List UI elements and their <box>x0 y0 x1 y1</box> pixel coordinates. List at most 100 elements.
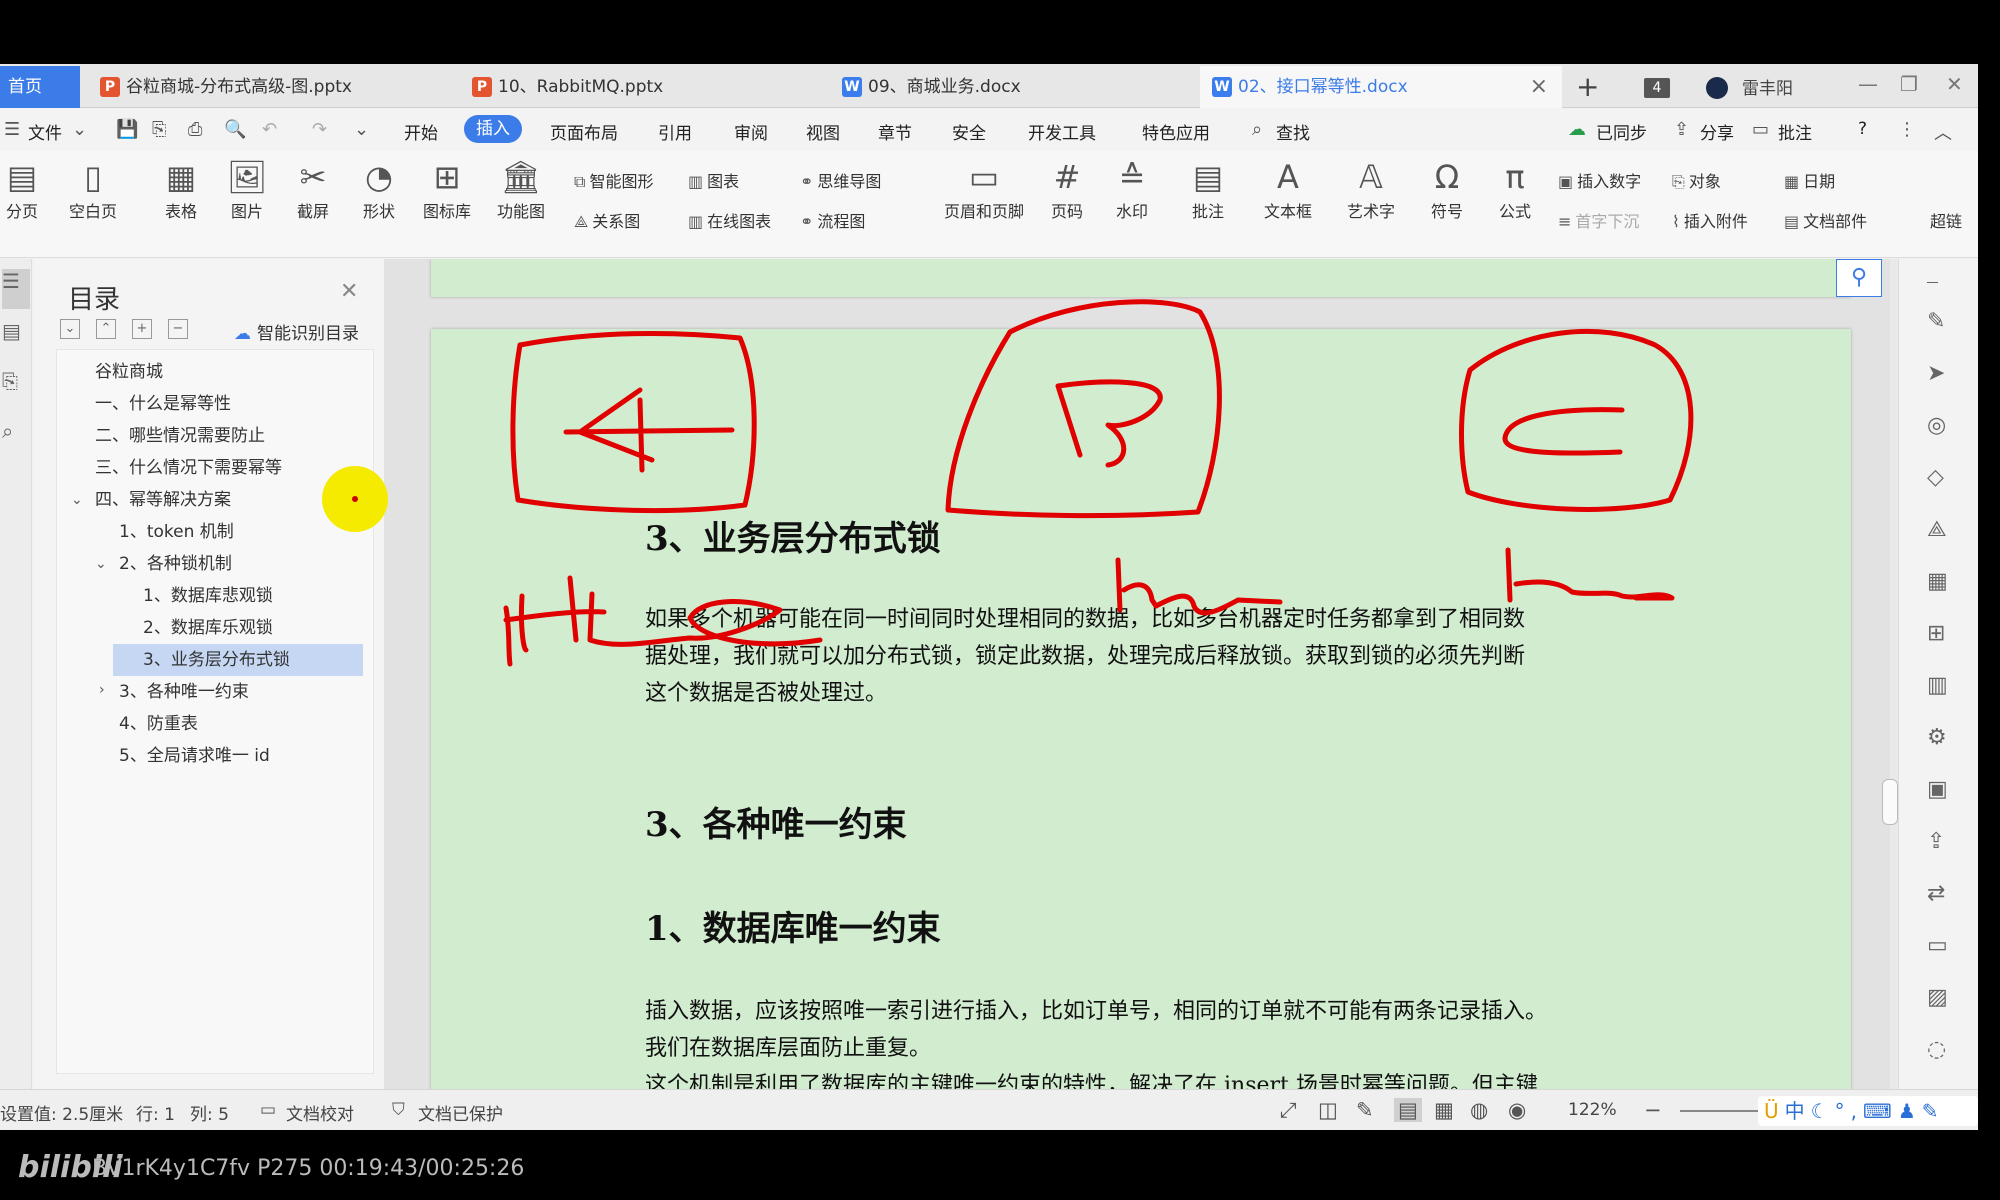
chevron-down-icon[interactable]: ⌄ <box>72 119 87 140</box>
attachment-button[interactable]: ⌇ 插入附件 <box>1672 208 1748 232</box>
toc-item[interactable]: 2、各种锁机制 <box>119 548 232 580</box>
toc-item[interactable]: 三、什么情况下需要幂等 <box>95 452 282 484</box>
fullscreen-icon[interactable]: ⤢ <box>1280 1098 1297 1123</box>
comment-icon[interactable]: ▭ <box>1752 119 1769 140</box>
close-icon[interactable]: ✕ <box>340 279 358 304</box>
toc-item[interactable]: 3、各种唯一约束 <box>119 676 249 708</box>
pen-icon[interactable]: ✎ <box>1927 309 1945 334</box>
menu-security[interactable]: 安全 <box>952 119 986 144</box>
chapter-nav-icon[interactable]: ▤ <box>2 319 21 343</box>
eye-protection-icon[interactable]: ◉ <box>1508 1098 1526 1122</box>
mind-map-button[interactable]: ⚭ 思维导图 <box>800 168 881 192</box>
share-icon[interactable]: ⇪ <box>1674 119 1689 140</box>
more-icon[interactable]: ⋮ <box>1898 119 1916 140</box>
menu-reference[interactable]: 引用 <box>658 119 692 144</box>
tab-doc-3[interactable]: W 09、商城业务.docx <box>842 66 1192 108</box>
tab-doc-1[interactable]: P 谷粒商城-分布式高级-图.pptx <box>100 66 450 108</box>
outline-view-icon[interactable]: ▦ <box>1434 1098 1454 1122</box>
collapse-ribbon-icon[interactable]: ︿ <box>1934 119 1952 145</box>
shape-icon[interactable]: ◇ <box>1927 465 1944 490</box>
insert-number-button[interactable]: ▣ 插入数字 <box>1558 168 1641 192</box>
search-button[interactable]: 查找 <box>1276 119 1310 144</box>
icon-library-button[interactable]: ⊞ 图标库 <box>418 156 476 222</box>
function-chart-button[interactable]: 🏛 功能图 <box>486 156 556 222</box>
style-icon[interactable]: ⟁ <box>1927 517 1947 542</box>
collapse-icon[interactable]: ⎯ <box>1927 269 1938 294</box>
blank-page-button[interactable]: ▯ 空白页 <box>58 156 128 222</box>
toc-item[interactable]: 谷粒商城 <box>95 356 163 388</box>
online-chart-button[interactable]: ▥ 在线图表 <box>688 208 771 232</box>
chart-icon[interactable]: ▥ <box>1927 673 1948 698</box>
comment-insert-button[interactable]: ▤ 批注 <box>1186 156 1230 222</box>
archive-icon[interactable]: ▭ <box>1927 933 1948 958</box>
output-pdf-icon[interactable]: ⎘ <box>152 119 166 140</box>
chevron-down-icon[interactable]: ⌄ <box>71 492 83 508</box>
menu-dev-tools[interactable]: 开发工具 <box>1028 119 1096 144</box>
cloud-sync-icon[interactable]: ☁ <box>1568 119 1586 140</box>
table-button[interactable]: ▦ 表格 <box>152 156 210 222</box>
avatar[interactable] <box>1706 77 1728 99</box>
translate-icon[interactable]: ⇄ <box>1927 881 1945 906</box>
hyperlink-button[interactable]: 超链 <box>1930 208 1962 232</box>
proofread-button[interactable]: 文档校对 <box>286 1100 354 1125</box>
toc-item[interactable]: 1、数据库悲观锁 <box>143 580 273 612</box>
protected-status[interactable]: 文档已保护 <box>418 1100 503 1125</box>
symbol-button[interactable]: Ω 符号 <box>1418 156 1476 222</box>
toc-item[interactable]: 1、token 机制 <box>119 516 234 548</box>
toc-panel-icon[interactable]: ☰ <box>2 269 30 309</box>
toc-item-selected[interactable]: 3、业务层分布式锁 <box>113 644 363 676</box>
collapse-all-icon[interactable]: ⌃ <box>96 319 116 339</box>
menu-start[interactable]: 开始 <box>404 119 438 144</box>
page-view-icon[interactable]: ▤ <box>1394 1098 1422 1122</box>
tab-doc-2[interactable]: P 10、RabbitMQ.pptx <box>472 66 822 108</box>
toc-item[interactable]: 5、全局请求唯一 id <box>119 740 270 772</box>
sync-status[interactable]: 已同步 <box>1596 119 1647 144</box>
page-break-button[interactable]: ▤ 分页 <box>0 156 44 222</box>
new-tab-button[interactable]: + <box>1576 70 1599 103</box>
shape-button[interactable]: ◔ 形状 <box>350 156 408 222</box>
redo-icon[interactable]: ↷ <box>312 119 327 140</box>
toc-item[interactable]: 二、哪些情况需要防止 <box>95 420 265 452</box>
tab-home[interactable]: 首页 <box>0 66 80 108</box>
formula-button[interactable]: π 公式 <box>1486 156 1544 222</box>
close-window-icon[interactable]: ✕ <box>1946 72 1963 96</box>
document-canvas[interactable]: 3、业务层分布式锁 如果多个机器可能在同一时间同时处理相同的数据，比如多台机器定… <box>384 259 1898 1089</box>
chevron-right-icon[interactable]: › <box>99 682 105 698</box>
table-icon[interactable]: ▦ <box>1927 569 1948 594</box>
find-icon[interactable]: ⌕ <box>2 419 13 443</box>
grid-icon[interactable]: ⊞ <box>1927 621 1945 646</box>
search-icon[interactable]: ⌕ <box>1252 119 1262 140</box>
header-footer-button[interactable]: ▭ 页眉和页脚 <box>936 156 1032 222</box>
promote-icon[interactable]: + <box>132 319 152 339</box>
menu-review[interactable]: 审阅 <box>734 119 768 144</box>
expand-all-icon[interactable]: ⌄ <box>60 319 80 339</box>
zoom-out-icon[interactable]: − <box>1644 1098 1662 1122</box>
chevron-down-icon[interactable]: ⌄ <box>95 556 107 572</box>
window-count-badge[interactable]: 4 <box>1644 78 1670 98</box>
object-button[interactable]: ⎘ 对象 <box>1672 168 1721 192</box>
watermark-button[interactable]: ≙ 水印 <box>1104 156 1160 222</box>
print-icon[interactable]: ⎙ <box>188 119 202 140</box>
smart-toc-button[interactable]: ☁ 智能识别目录 <box>234 319 359 344</box>
web-view-icon[interactable]: ◍ <box>1470 1098 1488 1122</box>
menu-insert[interactable]: 插入 <box>464 115 522 143</box>
save-icon[interactable]: 💾 <box>116 119 138 140</box>
zoom-slider[interactable] <box>1680 1110 1766 1112</box>
close-tab-icon[interactable]: × <box>1530 66 1548 108</box>
hamburger-icon[interactable]: ☰ <box>4 119 20 140</box>
toc-item[interactable]: 四、幂等解决方案 <box>95 484 231 516</box>
tab-doc-4-active[interactable]: W 02、接口幂等性.docx × <box>1200 66 1562 108</box>
art-text-button[interactable]: 𝔸 艺术字 <box>1336 156 1406 222</box>
menu-special[interactable]: 特色应用 <box>1142 119 1210 144</box>
relation-button[interactable]: ⟁ 关系图 <box>574 208 640 232</box>
smart-shape-button[interactable]: ⧉ 智能图形 <box>574 168 653 192</box>
setting-value[interactable]: 设置值: 2.5厘米 <box>0 1100 123 1125</box>
minimize-icon[interactable]: — <box>1858 72 1878 96</box>
chart-button[interactable]: ▥ 图表 <box>688 168 739 192</box>
demote-icon[interactable]: − <box>168 319 188 339</box>
settings-icon[interactable]: ⚙ <box>1927 725 1947 750</box>
user-name[interactable]: 雷丰阳 <box>1742 74 1793 99</box>
help-button[interactable]: ? <box>1858 119 1867 139</box>
text-box-button[interactable]: A 文本框 <box>1254 156 1322 222</box>
date-button[interactable]: ▦ 日期 <box>1784 168 1835 192</box>
